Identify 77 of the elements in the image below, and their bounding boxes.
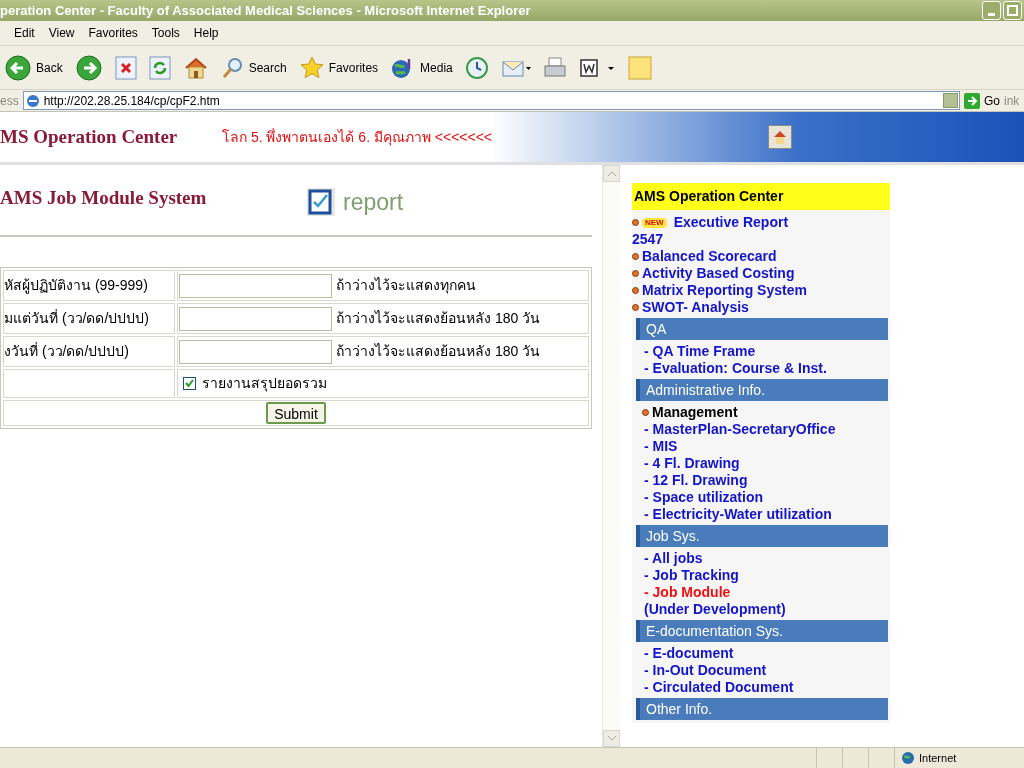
- menu-group-label: Management: [652, 404, 738, 421]
- menu-item[interactable]: Help: [193, 24, 219, 42]
- field-hint: ถ้าว่างไว้จะแสดงทุกคน: [336, 276, 476, 296]
- menu-link[interactable]: - MIS: [632, 438, 890, 455]
- section-header: E-documentation Sys.: [636, 620, 888, 642]
- menu-link[interactable]: - Circulated Document: [632, 679, 890, 696]
- field-label: มแต่วันที่ (วว/ดด/ปปปป): [3, 303, 175, 334]
- field-label: งวันที่ (วว/ดด/ปปปป): [3, 336, 175, 367]
- menu-link[interactable]: Executive Report: [673, 214, 789, 231]
- site-title: MS Operation Center: [0, 124, 179, 149]
- globe-icon: [901, 751, 915, 765]
- field-hint: ถ้าว่างไว้จะแสดงย้อนหลัง 180 วัน: [336, 342, 541, 361]
- scroll-down-button[interactable]: [603, 730, 620, 747]
- menu-link[interactable]: Matrix Reporting System: [642, 282, 807, 299]
- bullet-icon: [632, 253, 639, 260]
- menu-item[interactable]: Tools: [151, 24, 180, 42]
- menu-link[interactable]: - In-Out Document: [632, 662, 890, 679]
- section-header: Administrative Info.: [636, 379, 888, 401]
- toolbar-button[interactable]: Back: [2, 53, 65, 82]
- menu-item[interactable]: Edit: [14, 24, 35, 42]
- bullet-icon: [632, 287, 639, 294]
- page-title: AMS Job Module System: [0, 185, 208, 210]
- menu-link[interactable]: - Space utilization: [632, 489, 890, 506]
- menu-link[interactable]: Balanced Scorecard: [642, 248, 777, 265]
- menu-link[interactable]: - Job Module: [632, 584, 890, 601]
- menu-link[interactable]: 2547: [632, 231, 890, 248]
- menu-link[interactable]: - Electricity-Water utilization: [632, 506, 890, 523]
- toolbar-button[interactable]: Search: [218, 55, 289, 80]
- report-label: report: [343, 187, 404, 217]
- submit-button[interactable]: Submit: [266, 402, 326, 424]
- maximize-button[interactable]: [1003, 1, 1022, 20]
- go-arrow-icon: [964, 92, 980, 109]
- menu-link[interactable]: SWOT- Analysis: [642, 299, 749, 316]
- minimize-button[interactable]: [982, 1, 1001, 20]
- new-badge: NEW: [642, 217, 667, 228]
- toolbar-button[interactable]: Favorites: [296, 54, 381, 81]
- address-field[interactable]: http://202.28.25.184/cp/cpF2.htm: [22, 91, 960, 110]
- menu-link[interactable]: - All jobs: [632, 550, 890, 567]
- marquee-text: โลก 5. พึ่งพาตนเองได้ 6. มีคุณภาพ <<<<<<<: [222, 127, 494, 148]
- sidebar-title: AMS Operation Center: [632, 183, 890, 210]
- menu-item[interactable]: View: [48, 24, 75, 42]
- menu-link[interactable]: - QA Time Frame: [632, 343, 890, 360]
- search-icon[interactable]: [220, 55, 245, 80]
- checkbox-label: รายงานสรุปยอดรวม: [202, 374, 327, 394]
- bullet-icon: [632, 219, 639, 226]
- field-label: หัสผู้ปฏิบัติงาน (99-999): [3, 270, 175, 301]
- toolbar-button[interactable]: Media: [388, 55, 455, 80]
- scrollbar[interactable]: [602, 165, 620, 747]
- section-header: Other Info.: [636, 698, 888, 720]
- menu-link[interactable]: - MasterPlan-SecretaryOffice: [632, 421, 890, 438]
- home-button[interactable]: [768, 125, 792, 149]
- menu-link[interactable]: - Job Tracking: [632, 567, 890, 584]
- field-hint: ถ้าว่างไว้จะแสดงย้อนหลัง 180 วัน: [336, 309, 541, 328]
- menu-link[interactable]: - E-document: [632, 645, 890, 662]
- bullet-icon: [632, 304, 639, 311]
- zone-label: Internet: [919, 750, 957, 766]
- menu-link[interactable]: - 12 Fl. Drawing: [632, 472, 890, 489]
- bullet-icon: [632, 270, 639, 277]
- menu-item[interactable]: Favorites: [88, 24, 138, 42]
- house-icon: [772, 129, 788, 145]
- go-button[interactable]: Go: [964, 91, 1000, 110]
- menu-link[interactable]: (Under Development): [632, 601, 890, 618]
- section-header: Job Sys.: [636, 525, 888, 547]
- star-icon[interactable]: [298, 54, 325, 81]
- address-label: ess: [0, 92, 19, 110]
- menu-link[interactable]: Activity Based Costing: [642, 265, 795, 282]
- text-field[interactable]: [179, 273, 332, 298]
- text-field[interactable]: [179, 339, 332, 364]
- menu-link[interactable]: - 4 Fl. Drawing: [632, 455, 890, 472]
- window-title: peration Center - Faculty of Associated Medical Sciences - Microsoft Internet Explorer: [0, 1, 531, 20]
- section-header: QA: [636, 318, 888, 340]
- text-field[interactable]: [179, 306, 332, 331]
- bullet-icon: [642, 409, 649, 416]
- page-icon: [25, 93, 40, 108]
- scroll-up-button[interactable]: [603, 165, 620, 182]
- menu-link[interactable]: - Evaluation: Course & Inst.: [632, 360, 890, 377]
- checkbox[interactable]: [183, 377, 196, 390]
